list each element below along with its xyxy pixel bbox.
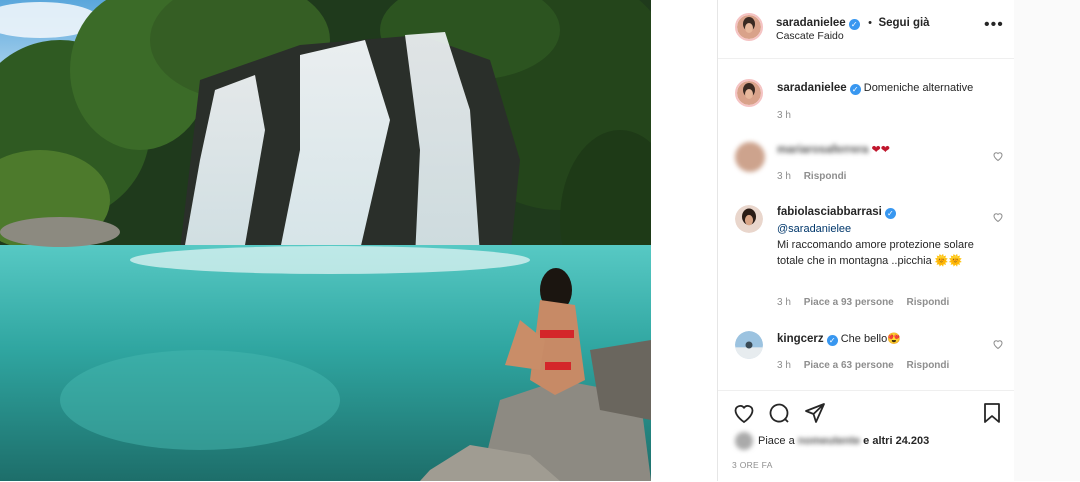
like-comment-icon[interactable] (992, 211, 1004, 223)
post-photo[interactable] (0, 0, 651, 481)
liker-avatar[interactable] (735, 432, 753, 450)
likes-count[interactable]: e altri 24.203 (863, 435, 929, 447)
follow-status-button[interactable]: Segui già (878, 17, 929, 29)
comment-icon[interactable] (767, 401, 791, 425)
likes-summary[interactable]: Piace a nomeutente e altri 24.203 (758, 435, 929, 447)
comment-time: 3 h (777, 297, 791, 308)
liker-username[interactable]: nomeutente (798, 435, 860, 447)
like-comment-icon[interactable] (992, 150, 1004, 162)
caption-row: saradanielee ✓ Domeniche alternative 3 h (718, 75, 1014, 125)
post-timestamp: 3 ORE FA (732, 460, 773, 470)
comment-text: Mi raccomando amore protezione solare to… (777, 239, 974, 267)
verified-badge-icon: ✓ (826, 335, 838, 346)
reply-button[interactable]: Rispondi (907, 360, 950, 371)
verified-badge-icon: ✓ (884, 208, 896, 219)
like-heart-icon[interactable] (732, 401, 756, 425)
comment-time: 3 h (777, 360, 791, 371)
verified-badge-icon: ✓ (848, 19, 860, 30)
commenter-username[interactable]: fabiolasciabbarrasi (777, 206, 882, 218)
waterfall-image (0, 0, 651, 481)
post-side-panel: saradanielee ✓ • Segui già Cascate Faido … (717, 0, 1015, 481)
caption-avatar[interactable] (735, 79, 763, 107)
more-options-icon[interactable]: ••• (984, 17, 1003, 34)
like-comment-icon[interactable] (992, 338, 1004, 350)
commenter-username[interactable]: kingcerz (777, 333, 824, 345)
post-header: saradanielee ✓ • Segui già Cascate Faido … (718, 0, 1014, 59)
bookmark-icon[interactable] (980, 401, 1004, 425)
caption-time: 3 h (777, 110, 791, 121)
author-username[interactable]: saradanielee (776, 17, 846, 29)
share-icon[interactable] (803, 401, 827, 425)
comment-text: ❤❤ (871, 144, 890, 156)
comment-item: fabiolasciabbarrasi ✓ @saradanielee Mi ra… (718, 203, 1014, 313)
caption-text: Domeniche alternative (863, 82, 974, 94)
comment-text: Che bello😍 (840, 333, 901, 345)
post-actions-bar: Piace a nomeutente e altri 24.203 3 ORE … (718, 390, 1014, 482)
commenter-avatar[interactable] (735, 142, 765, 172)
comment-item: mariarosaferrera ❤❤ 3 h Rispondi (718, 140, 1014, 190)
commenter-avatar[interactable] (735, 205, 763, 233)
reply-button[interactable]: Rispondi (907, 297, 950, 308)
comment-likes[interactable]: Piace a 63 persone (804, 360, 894, 371)
author-avatar[interactable] (735, 13, 763, 41)
comment-likes[interactable]: Piace a 93 persone (804, 297, 894, 308)
likes-prefix: Piace a (758, 435, 795, 447)
reply-button[interactable]: Rispondi (804, 171, 847, 182)
comment-time: 3 h (777, 171, 791, 182)
right-margin (1014, 0, 1080, 481)
post-location[interactable]: Cascate Faido (776, 30, 844, 42)
comment-item: kingcerz ✓ Che bello😍 3 h Piace a 63 pers… (718, 329, 1014, 379)
caption-username[interactable]: saradanielee (777, 82, 847, 94)
left-margin (651, 0, 717, 481)
follow-separator: • (868, 17, 872, 29)
verified-badge-icon: ✓ (849, 84, 861, 95)
commenter-username[interactable]: mariarosaferrera (777, 144, 868, 156)
commenter-avatar[interactable] (735, 331, 763, 359)
comment-mention-link[interactable]: @saradanielee (777, 223, 851, 235)
